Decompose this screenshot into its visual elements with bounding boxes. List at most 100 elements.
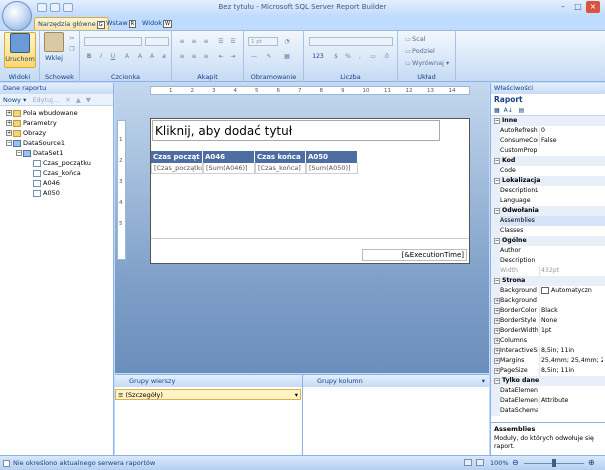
comma-icon[interactable]: , (355, 52, 365, 61)
font-family-combo[interactable] (84, 37, 142, 46)
property-expander-icon[interactable]: − (494, 178, 500, 184)
property-category[interactable]: − Kod (491, 156, 605, 166)
property-row[interactable]: Classes (491, 226, 605, 236)
details-group-item[interactable]: ≡ (Szczegóły) ▾ (115, 389, 301, 400)
align-middle-icon[interactable]: ≡ (189, 37, 199, 46)
tree-item[interactable]: − DataSet1 (0, 148, 113, 158)
split-button[interactable]: ▭Podziel (404, 47, 435, 56)
property-row[interactable]: DataSchema (491, 406, 605, 416)
tree-expander-icon[interactable]: + (6, 120, 12, 126)
table-data-cell[interactable]: [Czas_końca] (255, 163, 306, 174)
property-row[interactable]: + Margins 25,4mm; 25,4mm; 2 (491, 356, 605, 366)
line-color-icon[interactable]: ◔ (282, 37, 292, 46)
tree-item[interactable]: + Parametry (0, 118, 113, 128)
property-value[interactable]: None (539, 316, 603, 326)
align-button[interactable]: ▭Wyrównaj ▾ (404, 59, 449, 68)
property-value[interactable]: Attribute (539, 396, 603, 406)
paste-button[interactable]: Wklej (43, 32, 65, 62)
zoom-in-icon[interactable]: ⊕ (588, 458, 595, 467)
number-format-combo[interactable] (309, 37, 393, 46)
move-up-icon[interactable]: ▲ (76, 96, 81, 104)
align-left-icon[interactable]: ≡ (177, 52, 187, 61)
decimal-icon[interactable]: .0 (381, 52, 391, 61)
zoom-slider-thumb[interactable] (552, 459, 556, 467)
property-value[interactable]: 432pt (539, 266, 603, 276)
border-width-combo[interactable]: 1 pt (248, 37, 278, 46)
line-color-small-icon[interactable]: ✎ (264, 52, 274, 61)
align-top-icon[interactable]: ≡ (177, 37, 187, 46)
details-dropdown-icon[interactable]: ▾ (295, 390, 298, 400)
office-button[interactable] (2, 1, 32, 31)
delete-icon[interactable]: ✕ (65, 96, 70, 104)
property-expander-icon[interactable]: − (494, 278, 500, 284)
cut-icon[interactable]: ✂ (67, 34, 77, 43)
copy-icon[interactable]: ❐ (67, 45, 77, 54)
close-button[interactable]: × (586, 1, 600, 13)
tree-item[interactable]: + Obrazy (0, 128, 113, 138)
property-row[interactable]: + BorderStyle None (491, 316, 605, 326)
minimize-button[interactable]: – (556, 1, 570, 13)
property-row[interactable]: Assemblies (491, 216, 605, 226)
property-row[interactable]: ConsumeCor False (491, 136, 605, 146)
property-value[interactable]: 1pt (539, 326, 603, 336)
align-bottom-icon[interactable]: ≡ (201, 37, 211, 46)
groups-dropdown-icon[interactable]: ▾ (482, 375, 485, 387)
property-expander-icon[interactable]: − (494, 158, 500, 164)
zoom-out-icon[interactable]: ⊖ (512, 458, 519, 467)
merge-button[interactable]: ▭Scal (404, 35, 425, 44)
property-row[interactable]: + Columns (491, 336, 605, 346)
property-value[interactable]: False (539, 136, 603, 146)
indent-decrease-icon[interactable]: ⇤ (216, 52, 226, 61)
property-row[interactable]: DataElement Attribute (491, 396, 605, 406)
property-expander-icon[interactable]: − (494, 378, 500, 384)
currency-icon[interactable]: $ (331, 52, 341, 61)
qat-undo-icon[interactable] (50, 3, 60, 12)
table-header-cell[interactable]: Czas począt (151, 151, 203, 163)
numbering-icon[interactable]: ☰ (228, 37, 238, 46)
table-data-cell[interactable]: [Sum(A046)] (203, 163, 255, 174)
property-row[interactable]: DescriptionL (491, 186, 605, 196)
property-row[interactable]: Background Automatyczn (491, 286, 605, 296)
table-data-cell[interactable]: [Czas_początku (151, 163, 203, 174)
property-row[interactable]: DataElement (491, 386, 605, 396)
tab-view[interactable]: Widok W (139, 17, 175, 30)
tree-item[interactable]: A046 (0, 178, 113, 188)
font-size-combo[interactable] (145, 37, 169, 46)
property-row[interactable]: AutoRefresh 0 (491, 126, 605, 136)
tab-insert[interactable]: Wstaw R (103, 17, 139, 30)
property-row[interactable]: CustomProp (491, 146, 605, 156)
property-row[interactable]: Code (491, 166, 605, 176)
tab-home[interactable]: Narzędzia główne G (34, 17, 109, 30)
underline-icon[interactable]: U (108, 52, 118, 61)
property-row[interactable]: + InteractiveSi 8,5in; 11in (491, 346, 605, 356)
tree-expander-icon[interactable]: + (6, 130, 12, 136)
italic-icon[interactable]: I (96, 52, 106, 61)
property-category[interactable]: − Inne (491, 116, 605, 126)
line-style-icon[interactable]: — (249, 52, 259, 61)
property-row[interactable]: Language (491, 196, 605, 206)
categorized-icon[interactable]: ▦ (494, 107, 500, 114)
property-value[interactable]: Automatyczn (539, 286, 603, 296)
placeholder-icon[interactable]: ▭ (368, 52, 378, 61)
qat-save-icon[interactable] (37, 3, 47, 12)
property-row[interactable]: Author (491, 246, 605, 256)
indent-increase-icon[interactable]: ⇥ (228, 52, 238, 61)
view-alt-icon[interactable] (476, 459, 484, 466)
property-row[interactable]: + BorderWidth 1pt (491, 326, 605, 336)
borders-icon[interactable]: ▦ (282, 52, 292, 61)
property-row[interactable]: Width 432pt (491, 266, 605, 276)
clear-format-icon[interactable]: ⱥ (159, 52, 169, 61)
property-value[interactable]: 8,5in; 11in (539, 346, 603, 356)
qat-redo-icon[interactable] (63, 3, 73, 12)
tree-item[interactable]: A050 (0, 188, 113, 198)
tree-expander-icon[interactable]: − (16, 150, 22, 156)
bullets-icon[interactable]: ☰ (216, 37, 226, 46)
property-row[interactable]: + PageSize 8,5in; 11in (491, 366, 605, 376)
tree-expander-icon[interactable]: − (6, 140, 12, 146)
property-value[interactable]: 0 (539, 126, 603, 136)
property-category[interactable]: − Tylko dane (491, 376, 605, 386)
property-category[interactable]: − Lokalizacja (491, 176, 605, 186)
number-format-button[interactable]: 123 (309, 52, 327, 61)
align-center-icon[interactable]: ≡ (189, 52, 199, 61)
property-category[interactable]: − Odwołania (491, 206, 605, 216)
